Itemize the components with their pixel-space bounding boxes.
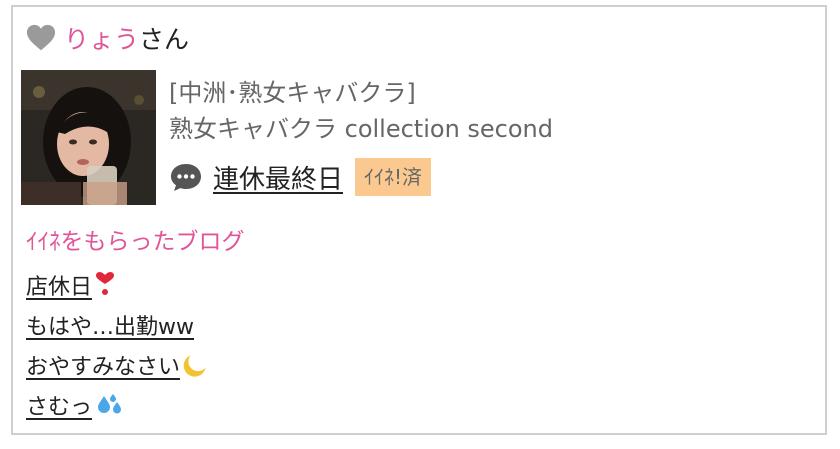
list-item: もはや…出勤ww [26, 309, 209, 349]
blog-link[interactable]: もはや…出勤ww [26, 309, 194, 341]
post-title-link[interactable]: 連休最終日 [213, 159, 343, 196]
user-name[interactable]: りょう [64, 20, 139, 56]
blog-link-text: もはや…出勤ww [26, 315, 194, 340]
heart-icon [26, 24, 56, 51]
list-item: さむっ [26, 389, 209, 429]
honorific-suffix: さん [139, 25, 190, 54]
blog-link-text: さむっ [26, 395, 93, 420]
liked-blog-list: 店休日 もはや…出勤ww おやすみなさい さむっ [26, 269, 209, 429]
blog-link-text: おやすみなさい [26, 355, 181, 380]
list-item: おやすみなさい [26, 349, 209, 389]
speech-bubble-icon [171, 164, 201, 191]
heart-exclamation-icon [96, 272, 115, 295]
latest-post-row: 連休最終日 ｲｲﾈ!済 [169, 157, 553, 197]
list-item: 店休日 [26, 269, 209, 309]
blog-link[interactable]: おやすみなさい [26, 349, 209, 381]
shop-name[interactable]: 熟女キャバクラ collection second [169, 111, 553, 147]
shop-category[interactable]: [中洲･熟女キャバクラ] [169, 75, 553, 111]
blog-link[interactable]: さむっ [26, 389, 125, 421]
card-header: りょう さん [26, 21, 189, 55]
profile-photo-image [21, 70, 156, 205]
liked-badge: ｲｲﾈ!済 [355, 158, 432, 196]
blog-link-text: 店休日 [26, 275, 93, 300]
profile-photo[interactable] [21, 70, 156, 205]
blog-link[interactable]: 店休日 [26, 269, 115, 301]
crescent-moon-icon [183, 355, 206, 377]
liked-blogs-heading: ｲｲﾈをもらったブログ [26, 229, 245, 255]
profile-info: [中洲･熟女キャバクラ] 熟女キャバクラ collection second 連… [169, 75, 553, 197]
liked-user-card: りょう さん [中洲･熟女キャバクラ] 熟女キャバクラ collection se… [11, 5, 827, 435]
sweat-droplets-icon [98, 394, 122, 414]
